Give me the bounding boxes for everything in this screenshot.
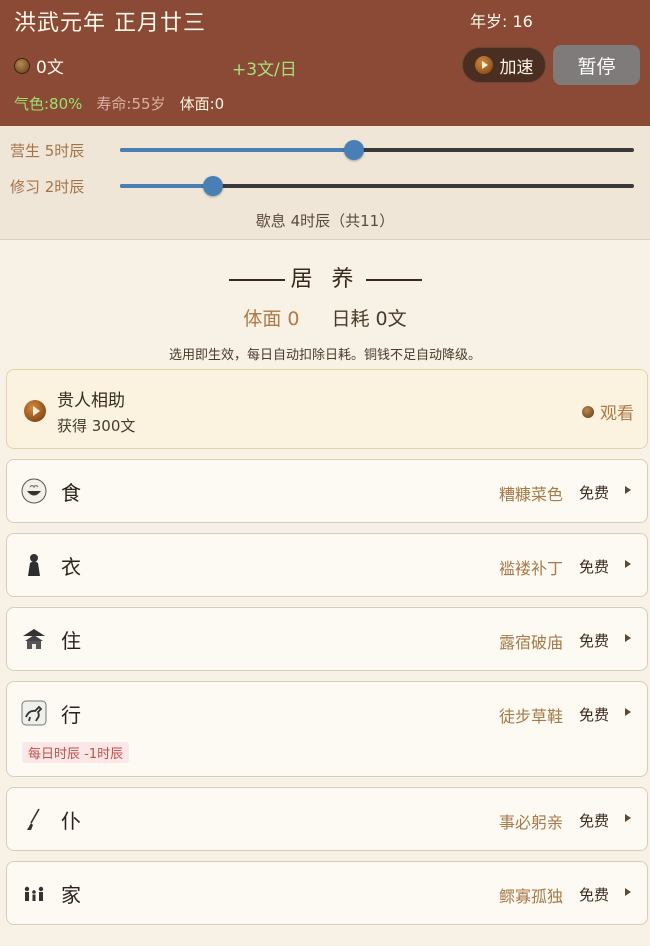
chevron-right-icon xyxy=(625,560,631,568)
item-level: 褴褛补丁 xyxy=(498,559,563,578)
item-card-family[interactable]: 家 鳏寡孤独 免费 xyxy=(6,861,648,925)
item-level: 鳏寡孤独 xyxy=(498,887,563,906)
pause-button[interactable]: 暂停 xyxy=(553,45,640,85)
video-play-icon xyxy=(24,400,46,422)
chevron-right-icon xyxy=(625,486,631,494)
speed-up-button[interactable]: 加速 xyxy=(462,47,546,83)
ad-title: 贵人相助 xyxy=(57,391,125,411)
work-slider-fill xyxy=(120,148,354,152)
section-title-text: 居 养 xyxy=(290,267,360,292)
stat-dignity: 体面:0 xyxy=(179,95,225,113)
play-icon xyxy=(474,56,493,74)
study-slider-row: 修习 2时辰 xyxy=(0,172,650,202)
coin-icon xyxy=(582,405,594,418)
speed-up-label: 加速 xyxy=(499,57,534,78)
cloak-icon xyxy=(21,552,47,578)
item-card-travel[interactable]: 行 徒步草鞋 免费 每日时辰 -1时辰 xyxy=(6,681,648,777)
section-title: 居 养 xyxy=(0,261,650,293)
item-card-housing[interactable]: 住 露宿破庙 免费 xyxy=(6,607,648,671)
item-price: 免费 xyxy=(578,484,609,502)
work-slider-track[interactable] xyxy=(120,140,634,160)
item-name: 食 xyxy=(61,481,81,505)
item-name: 住 xyxy=(61,629,81,653)
work-slider-thumb[interactable] xyxy=(343,140,364,160)
effect-tag: 每日时辰 -1时辰 xyxy=(22,742,130,763)
item-name: 行 xyxy=(61,703,81,727)
age-label: 年岁: 16 xyxy=(470,12,533,31)
time-allocation-panel: 营生 5时辰 修习 2时辰 歇息 4时辰（共11） xyxy=(0,126,650,240)
rest-hours-text: 歇息 4时辰（共11） xyxy=(255,212,395,230)
temple-icon xyxy=(21,626,47,652)
stats-row: 气色:80% 寿命:55岁 体面:0 xyxy=(14,93,224,114)
watch-ad-button[interactable]: 观看 xyxy=(582,399,634,424)
item-level: 事必躬亲 xyxy=(498,813,563,832)
study-slider-track[interactable] xyxy=(120,176,634,196)
study-slider-fill xyxy=(120,184,214,188)
item-name: 衣 xyxy=(61,555,81,579)
coin-icon xyxy=(14,57,30,74)
study-slider-label: 修习 2时辰 xyxy=(10,178,85,196)
study-slider-thumb[interactable] xyxy=(203,176,224,196)
item-price: 免费 xyxy=(578,886,609,904)
chevron-right-icon xyxy=(625,888,631,896)
broom-icon xyxy=(21,806,47,832)
living-summary: 体面 0 日耗 0文 xyxy=(0,304,650,331)
title-divider-left xyxy=(228,279,285,281)
item-price: 免费 xyxy=(578,632,609,650)
stat-complexion: 气色:80% xyxy=(14,95,83,113)
item-level: 露宿破庙 xyxy=(498,633,563,652)
item-price: 免费 xyxy=(578,706,609,724)
item-card-servant[interactable]: 仆 事必躬亲 免费 xyxy=(6,787,648,851)
item-name: 家 xyxy=(61,883,81,907)
stat-lifespan: 寿命:55岁 xyxy=(96,95,166,113)
section-note: 选用即生效，每日自动扣除日耗。铜钱不足自动降级。 xyxy=(168,348,481,363)
chevron-right-icon xyxy=(625,814,631,822)
coin-amount: 0文 xyxy=(36,58,64,78)
chevron-right-icon xyxy=(625,708,631,716)
family-icon xyxy=(21,880,47,906)
item-price: 免费 xyxy=(578,812,609,830)
item-card-clothing[interactable]: 衣 褴褛补丁 免费 xyxy=(6,533,648,597)
item-level: 糟糠菜色 xyxy=(498,485,563,504)
status-header: 洪武元年 正月廿三 年岁: 16 0文 +3文/日 加速 暂停 气色:80% 寿… xyxy=(0,0,650,126)
item-card-food[interactable]: 食 糟糠菜色 免费 xyxy=(6,459,648,523)
daily-income: +3文/日 xyxy=(232,60,297,80)
work-slider-row: 营生 5时辰 xyxy=(0,136,650,166)
game-date: 洪武元年 正月廿三 xyxy=(14,11,206,36)
bowl-icon xyxy=(21,478,47,504)
watch-ad-label: 观看 xyxy=(600,404,634,424)
chevron-right-icon xyxy=(625,634,631,642)
horse-icon xyxy=(21,700,47,726)
title-divider-right xyxy=(365,279,422,281)
item-level: 徒步草鞋 xyxy=(498,707,563,726)
daily-cost-summary: 日耗 0文 xyxy=(331,308,407,330)
coin-balance: 0文 xyxy=(14,53,64,78)
dignity-summary: 体面 0 xyxy=(243,308,300,330)
item-name: 仆 xyxy=(61,809,81,833)
work-slider-label: 营生 5时辰 xyxy=(10,142,85,160)
item-price: 免费 xyxy=(578,558,609,576)
ad-reward: 获得 300文 xyxy=(57,417,136,435)
patron-ad-card[interactable]: 贵人相助 获得 300文 观看 xyxy=(6,369,648,449)
